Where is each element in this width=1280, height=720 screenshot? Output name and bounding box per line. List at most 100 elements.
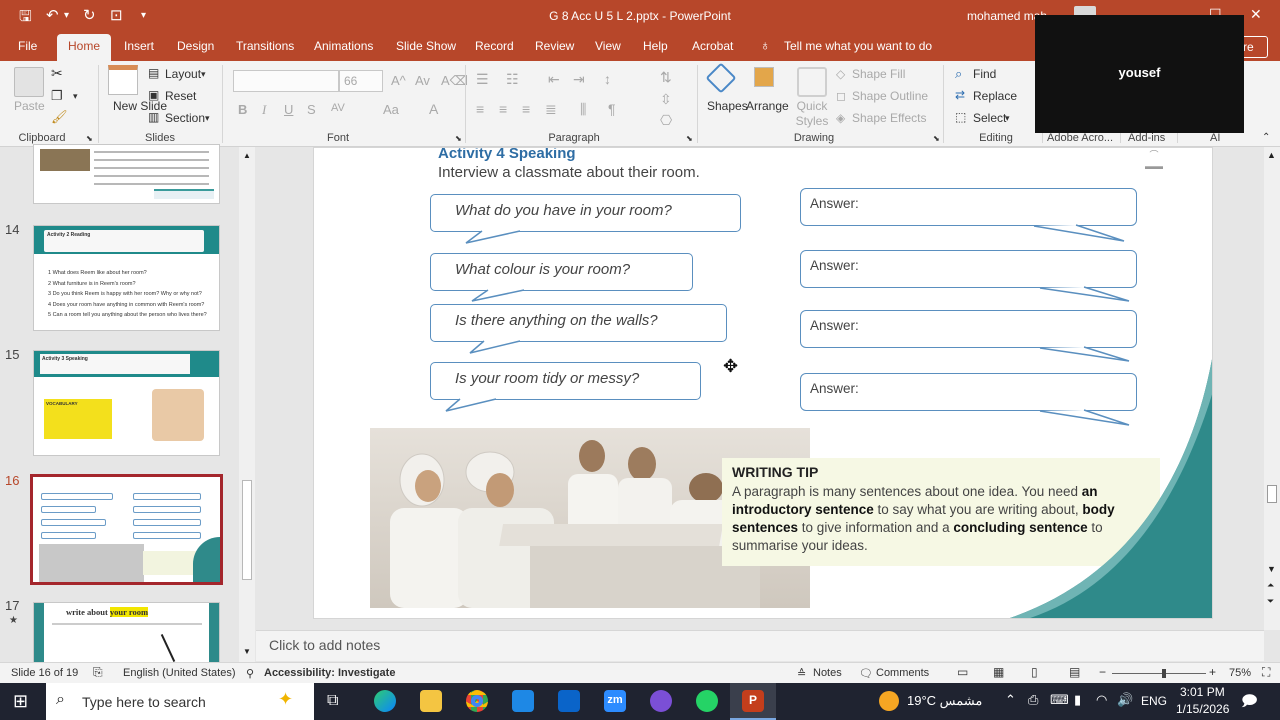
tab-transitions[interactable]: Transitions: [236, 39, 294, 53]
layout-dropdown-icon[interactable]: ▾: [201, 69, 206, 80]
smartart-icon[interactable]: ⎔: [660, 112, 672, 129]
fit-to-window-icon[interactable]: ⛶: [1262, 665, 1270, 680]
windows-start-icon[interactable]: ⊞: [13, 691, 28, 712]
copy-dropdown-icon[interactable]: ▾: [73, 91, 78, 102]
editor-scrollbar[interactable]: ▲ ▼ ⏶ ⏷: [1264, 147, 1280, 630]
weather-text[interactable]: 19°C مشمس: [907, 693, 982, 709]
clipboard-launcher-icon[interactable]: ⬊: [86, 134, 93, 143]
zoom-out-button[interactable]: −: [1099, 665, 1106, 679]
cut-icon[interactable]: ✂: [51, 65, 63, 82]
language-indicator[interactable]: English (United States): [123, 667, 236, 679]
drawing-launcher-icon[interactable]: ⬊: [933, 134, 940, 143]
decrease-indent-icon[interactable]: ⇤: [548, 71, 560, 88]
increase-indent-icon[interactable]: ⇥: [573, 71, 585, 88]
slide-thumbnail-17[interactable]: write about your room: [33, 602, 220, 662]
format-painter-icon[interactable]: 🖌: [51, 109, 68, 125]
tab-record[interactable]: Record: [475, 39, 514, 53]
replace-button[interactable]: Replace: [973, 89, 1017, 103]
keyboard-icon[interactable]: ⌨: [1050, 692, 1069, 708]
outlook-icon[interactable]: [558, 690, 580, 712]
section-button[interactable]: Section: [165, 111, 205, 125]
close-button[interactable]: ✕: [1250, 6, 1262, 23]
normal-view-icon[interactable]: ▭: [957, 665, 968, 679]
arrange-button[interactable]: Arrange: [746, 99, 789, 113]
font-size-combo[interactable]: 66: [339, 70, 383, 92]
tab-help[interactable]: Help: [643, 39, 668, 53]
accessibility-status[interactable]: Accessibility: Investigate: [264, 667, 395, 679]
rtl-icon[interactable]: ¶: [608, 101, 616, 117]
align-right-icon[interactable]: ≡: [522, 101, 530, 117]
whatsapp-icon[interactable]: [696, 690, 718, 712]
shrink-font-icon[interactable]: Av: [415, 73, 430, 88]
zoom-in-button[interactable]: +: [1209, 665, 1216, 679]
edge-icon[interactable]: [374, 690, 396, 712]
underline-button[interactable]: U: [284, 102, 293, 117]
notes-pane[interactable]: Click to add notes: [256, 630, 1264, 661]
slide-thumbnail-14[interactable]: Activity 2 Reading 1 What does Reem like…: [33, 225, 220, 331]
tab-review[interactable]: Review: [535, 39, 574, 53]
next-slide-icon[interactable]: ⏷: [1267, 596, 1274, 607]
bold-button[interactable]: B: [238, 102, 247, 117]
change-case-button[interactable]: Aa: [383, 102, 399, 117]
scroll-up-icon[interactable]: ▲: [243, 151, 251, 160]
tell-me-search[interactable]: Tell me what you want to do: [784, 39, 932, 53]
tab-view[interactable]: View: [595, 39, 621, 53]
clear-formatting-icon[interactable]: A⌫: [441, 73, 468, 89]
comments-icon[interactable]: 🗨: [859, 667, 873, 680]
slideshow-view-icon[interactable]: ▤: [1069, 665, 1080, 679]
show-hidden-icons[interactable]: ⌃: [1005, 692, 1016, 708]
previous-slide-icon[interactable]: ⏶: [1267, 580, 1274, 591]
new-slide-icon[interactable]: [108, 65, 138, 95]
tab-acrobat[interactable]: Acrobat: [692, 39, 733, 53]
quick-styles-button[interactable]: Quick Styles: [791, 99, 833, 129]
align-center-icon[interactable]: ≡: [499, 101, 507, 117]
font-color-button[interactable]: A: [429, 101, 438, 117]
vpn-icon[interactable]: [650, 690, 672, 712]
zoom-slider-thumb[interactable]: [1162, 669, 1166, 678]
bullets-icon[interactable]: ☰: [476, 71, 489, 88]
section-dropdown-icon[interactable]: ▾: [205, 113, 210, 124]
tab-design[interactable]: Design: [177, 39, 214, 53]
notifications-icon[interactable]: 🗩: [1241, 691, 1258, 716]
italic-button[interactable]: I: [262, 102, 266, 118]
paragraph-launcher-icon[interactable]: ⬊: [686, 134, 693, 143]
volume-icon[interactable]: 🔊: [1117, 692, 1133, 708]
reading-view-icon[interactable]: ▯: [1031, 665, 1038, 679]
notes-icon[interactable]: ≙: [797, 667, 806, 680]
scroll-thumb[interactable]: [1267, 485, 1277, 503]
slide-sorter-icon[interactable]: ▦: [993, 665, 1004, 679]
powerpoint-taskbar-button[interactable]: P: [730, 683, 776, 720]
tab-home[interactable]: Home: [57, 34, 112, 61]
font-name-combo[interactable]: [233, 70, 339, 92]
tab-slide-show[interactable]: Slide Show: [396, 39, 456, 53]
usb-icon[interactable]: ⎙: [1028, 692, 1038, 708]
scroll-up-icon[interactable]: ▲: [1267, 150, 1276, 160]
slide-canvas[interactable]: Activity 4 Speaking Interview a classmat…: [313, 147, 1213, 619]
clock-date[interactable]: 1/15/2026: [1176, 702, 1229, 716]
select-icon[interactable]: ⬚: [955, 110, 966, 124]
wifi-icon[interactable]: ◠: [1096, 692, 1107, 708]
file-explorer-icon[interactable]: [420, 690, 442, 712]
find-button[interactable]: Find: [973, 67, 996, 81]
tab-file[interactable]: File: [18, 39, 37, 53]
comments-button[interactable]: Comments: [876, 667, 929, 679]
clock-time[interactable]: 3:01 PM: [1180, 685, 1225, 699]
font-launcher-icon[interactable]: ⬊: [455, 134, 462, 143]
zoom-slider[interactable]: [1112, 669, 1206, 678]
scroll-down-icon[interactable]: ▼: [243, 647, 251, 656]
select-button[interactable]: Select: [973, 111, 1006, 125]
slide-thumbnail-15[interactable]: Activity 3 Speaking VOCABULARY: [33, 350, 220, 456]
thumbnails-scrollbar[interactable]: ▲ ▼: [239, 147, 255, 662]
notes-button[interactable]: Notes: [813, 667, 842, 679]
shapes-button[interactable]: Shapes: [707, 99, 748, 113]
align-text-icon[interactable]: ⇳: [660, 91, 672, 108]
chrome-icon[interactable]: [466, 690, 488, 712]
find-icon[interactable]: ⌕: [955, 66, 962, 82]
arrange-icon[interactable]: [754, 67, 774, 87]
tab-insert[interactable]: Insert: [124, 39, 154, 53]
reset-icon[interactable]: ▣: [148, 88, 159, 102]
quick-styles-icon[interactable]: [797, 67, 827, 97]
spelling-icon[interactable]: ⎘: [93, 665, 103, 680]
grow-font-icon[interactable]: A^: [391, 73, 406, 88]
taskbar-search-box[interactable]: ⌕ Type here to search ✦: [46, 683, 314, 720]
